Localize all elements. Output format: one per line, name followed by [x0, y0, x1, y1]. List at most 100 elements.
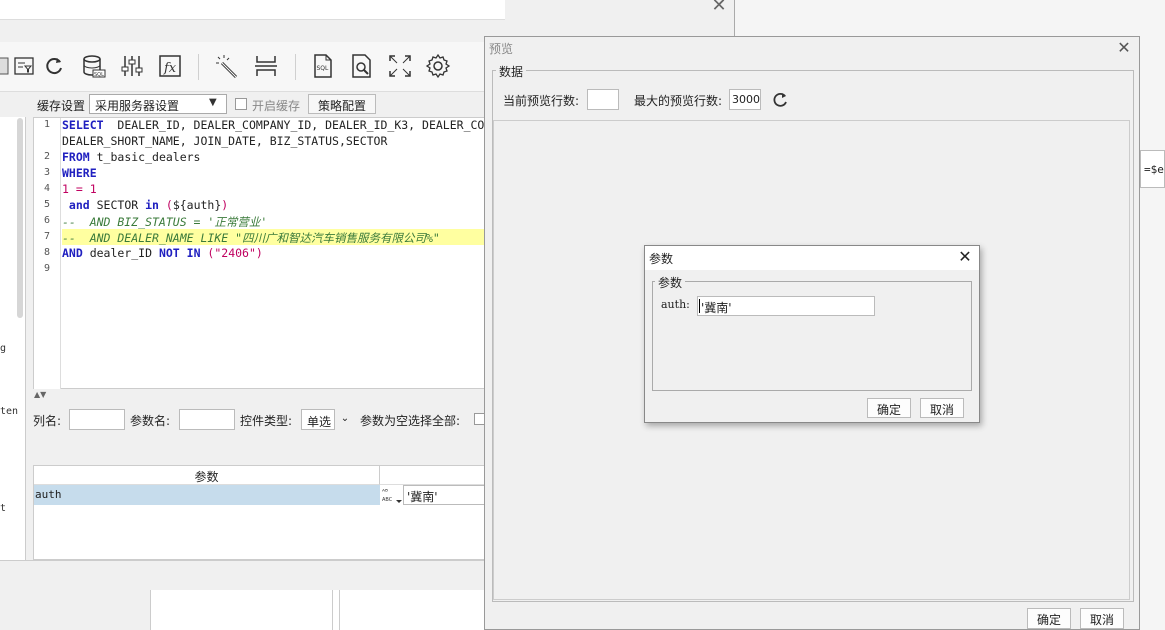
cache-settings-select[interactable]: 采用服务器设置: [89, 94, 227, 114]
param-type-text: ABC: [382, 497, 393, 503]
line-number: 4: [43, 183, 50, 194]
param-dialog-title-bar: [645, 246, 979, 270]
filter-icon[interactable]: [11, 53, 37, 79]
code-line: and SECTOR in (${auth}): [62, 198, 228, 212]
gear-icon[interactable]: [425, 53, 451, 79]
param-table-header-value: [380, 466, 485, 485]
line-number: 6: [43, 215, 50, 226]
code-keyword: AND: [62, 246, 83, 260]
preview-ok-button[interactable]: 确定: [1027, 608, 1071, 629]
max-rows-label: 最大的预览行数:: [634, 94, 723, 108]
param-table-header: 参数: [34, 466, 380, 485]
svg-text:SQL: SQL: [94, 72, 104, 78]
svg-text:ᴬᴮ: ᴬᴮ: [382, 488, 388, 496]
text-cursor: [699, 299, 700, 313]
code-keyword: NOT IN: [158, 246, 201, 260]
left-panel-text: g: [0, 343, 7, 354]
background-formula-field: =$er: [1140, 150, 1165, 188]
param-dialog-close-icon[interactable]: ✕: [955, 247, 975, 267]
background-bottom-panel: [150, 590, 485, 630]
chevron-down-icon[interactable]: ▼: [209, 97, 217, 108]
column-name-input[interactable]: [69, 409, 125, 430]
code-line: 1 = 1: [62, 182, 97, 196]
left-panel-scrollbar[interactable]: [17, 118, 23, 318]
param-dialog-title: 参数: [649, 252, 674, 266]
param-name-label: 参数名:: [130, 414, 171, 428]
line-number: 8: [43, 247, 50, 258]
code-keyword: and: [62, 198, 90, 212]
chevron-down-icon[interactable]: ⌄: [334, 409, 355, 430]
param-type-icon[interactable]: ᴬᴮ ABC: [381, 486, 403, 505]
code-line: DEALER_SHORT_NAME, JOIN_DATE, BIZ_STATUS…: [62, 134, 388, 148]
search-document-icon[interactable]: [349, 53, 375, 79]
code-variable: ${auth}: [172, 198, 222, 212]
auth-label: auth:: [661, 298, 690, 311]
left-panel-text: ten: [0, 406, 19, 417]
toolbar-separator: [295, 54, 296, 80]
param-name-input[interactable]: [179, 409, 235, 430]
max-rows-input[interactable]: 3000: [729, 89, 761, 110]
cache-settings-label: 缓存设置: [37, 99, 86, 113]
strategy-config-button[interactable]: 策略配置: [308, 94, 376, 114]
code-text: ): [255, 246, 263, 260]
code-line: WHERE: [62, 166, 97, 180]
code-comment: -- AND BIZ_STATUS = '正常营业': [62, 215, 268, 229]
enable-cache-label: 开启缓存: [252, 99, 301, 113]
left-panel-text: t: [0, 503, 7, 514]
editor-bottom-strip: [0, 560, 485, 590]
page-break-icon[interactable]: [253, 53, 279, 79]
code-text: t_basic_dealers: [89, 150, 201, 164]
code-text: SECTOR: [89, 198, 146, 212]
code-line: FROM t_basic_dealers: [62, 150, 200, 164]
line-number: 2: [43, 151, 50, 162]
svg-text:SQL: SQL: [317, 65, 330, 72]
data-group-label: 数据: [496, 63, 527, 80]
preview-close-icon[interactable]: ✕: [1114, 38, 1134, 58]
code-comment: -- AND DEALER_NAME LIKE "四川广和智达汽车销售服务有限公…: [62, 231, 440, 245]
param-value-field[interactable]: '冀南': [403, 485, 485, 505]
enable-cache-checkbox[interactable]: [235, 98, 247, 110]
code-text: dealer_ID: [82, 246, 159, 260]
background-bottom-divider: [332, 590, 340, 630]
splitter-arrows-icon[interactable]: ▲▼: [34, 390, 46, 399]
svg-text:fx: fx: [163, 61, 177, 76]
code-string: "2406": [214, 246, 256, 260]
line-number: 5: [43, 199, 50, 210]
widget-type-label: 控件类型:: [240, 414, 293, 428]
auth-input[interactable]: '冀南': [697, 296, 875, 316]
function-icon[interactable]: fx: [157, 53, 183, 79]
line-number: 3: [43, 167, 50, 178]
code-keyword: in: [145, 198, 159, 212]
code-text: (: [158, 198, 173, 212]
line-number: 1: [43, 119, 50, 130]
param-ok-button[interactable]: 确定: [867, 398, 911, 418]
database-icon[interactable]: SQL: [81, 53, 107, 79]
param-cancel-button[interactable]: 取消: [920, 398, 964, 418]
refresh-icon[interactable]: [770, 90, 790, 110]
current-rows-label: 当前预览行数:: [503, 94, 580, 108]
code-keyword: FROM: [62, 150, 90, 164]
code-line: SELECT DEALER_ID, DEALER_COMPANY_ID, DEA…: [62, 118, 485, 132]
editor-title-strip: [0, 0, 505, 20]
sql-file-icon[interactable]: SQL: [310, 53, 336, 79]
empty-select-all-label: 参数为空选择全部:: [360, 414, 461, 428]
magic-wand-icon[interactable]: [214, 53, 240, 79]
code-line: AND dealer_ID NOT IN ("2406"): [62, 246, 263, 260]
refresh-icon[interactable]: [41, 53, 67, 79]
column-name-label: 列名:: [33, 414, 62, 428]
preview-title: 预览: [489, 42, 514, 56]
line-number: 9: [43, 263, 50, 274]
param-group-label: 参数: [655, 274, 686, 291]
sliders-icon[interactable]: [119, 53, 145, 79]
code-text: ): [221, 198, 229, 212]
line-number: 7: [43, 231, 50, 242]
toolbar-separator: [198, 54, 199, 80]
fullscreen-icon[interactable]: [387, 53, 413, 79]
code-text: DEALER_ID, DEALER_COMPANY_ID, DEALER_ID_…: [103, 118, 485, 132]
code-text: (: [200, 246, 215, 260]
editor-close-icon[interactable]: ✕: [708, 0, 730, 16]
table-row[interactable]: auth: [34, 485, 380, 505]
current-rows-input[interactable]: [587, 89, 619, 110]
code-keyword: SELECT: [62, 118, 104, 132]
preview-cancel-button[interactable]: 取消: [1080, 608, 1124, 629]
